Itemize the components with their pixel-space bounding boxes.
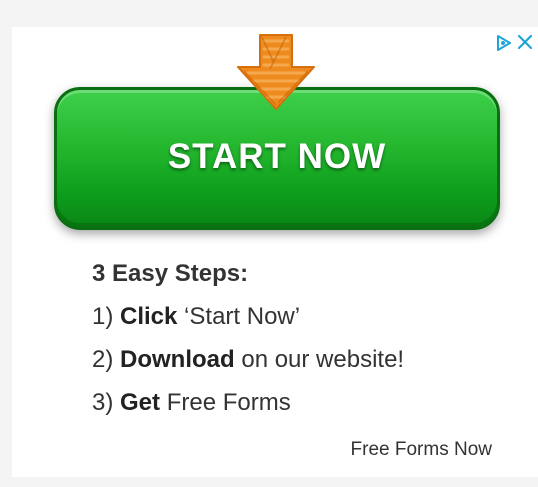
down-arrow-icon bbox=[237, 34, 315, 110]
adchoices-icon[interactable] bbox=[496, 35, 512, 51]
step-text: Free Forms bbox=[160, 389, 291, 416]
step-action: Click bbox=[120, 303, 178, 330]
steps-list: 3 Easy Steps: 1) Click ‘Start Now’ 2) Do… bbox=[92, 252, 404, 424]
ad-card[interactable]: START NOW 3 Easy Steps: 1) Click ‘Start … bbox=[12, 27, 538, 477]
step-text: on our website! bbox=[234, 346, 405, 373]
step-item: 1) Click ‘Start Now’ bbox=[92, 295, 404, 338]
step-item: 3) Get Free Forms bbox=[92, 381, 404, 424]
close-icon[interactable] bbox=[516, 33, 534, 51]
step-number: 2) bbox=[92, 346, 114, 373]
step-action: Download bbox=[120, 346, 235, 373]
steps-heading: 3 Easy Steps: bbox=[92, 260, 249, 287]
step-number: 1) bbox=[92, 303, 114, 330]
step-number: 3) bbox=[92, 389, 114, 416]
step-text: ‘Start Now’ bbox=[177, 303, 301, 330]
start-now-label: START NOW bbox=[167, 136, 387, 176]
step-action: Get bbox=[120, 389, 161, 416]
advertiser-name-link[interactable]: Free Forms Now bbox=[351, 439, 492, 461]
step-item: 2) Download on our website! bbox=[92, 338, 404, 381]
